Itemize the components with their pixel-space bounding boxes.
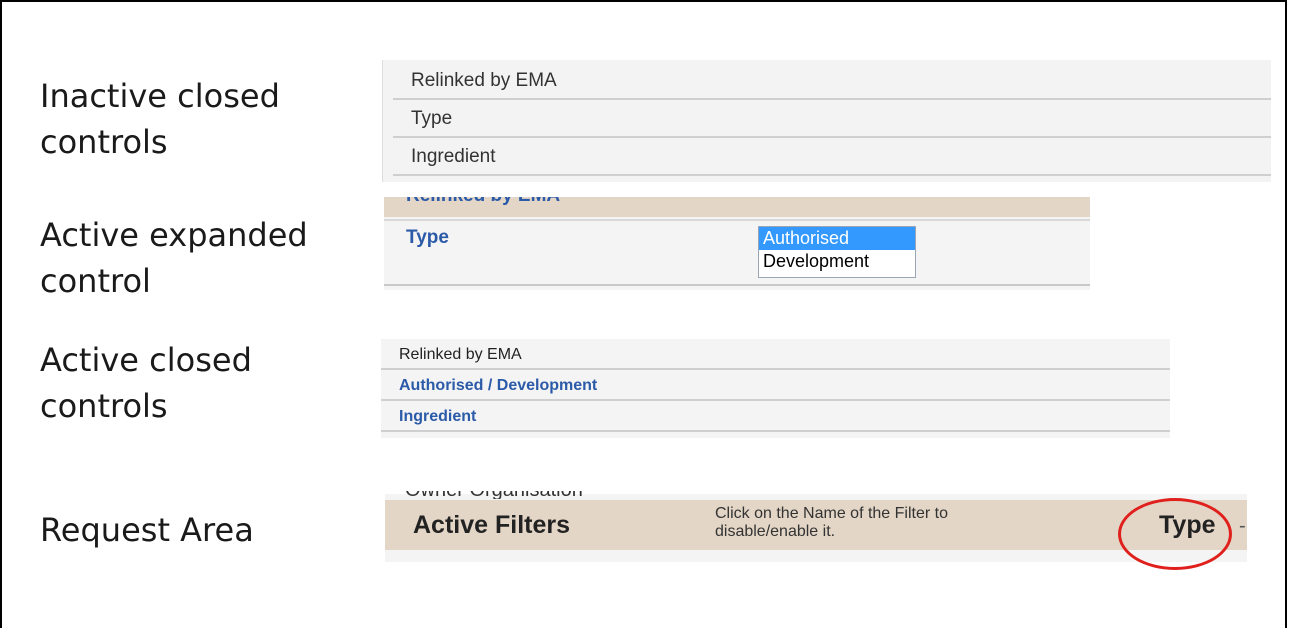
label-active-closed: Active closed controls	[40, 337, 252, 429]
filter-separator: -	[1239, 515, 1246, 537]
label-request-area: Request Area	[40, 507, 254, 553]
divider	[384, 284, 1090, 286]
filter-item-ingredient[interactable]: Ingredient	[393, 138, 1271, 176]
active-closed-panel: Relinked by EMA Authorised / Development…	[381, 339, 1170, 438]
inactive-closed-panel: Relinked by EMA Type Ingredient	[382, 60, 1271, 182]
active-expanded-panel: Relinked by EMA Type Authorised Developm…	[384, 197, 1090, 290]
label-line: Request Area	[40, 511, 254, 549]
filter-item-ingredient[interactable]: Ingredient	[381, 401, 1170, 432]
option-development[interactable]: Development	[759, 250, 915, 273]
type-listbox[interactable]: Authorised Development	[758, 226, 916, 278]
clipped-header-band: Relinked by EMA	[384, 197, 1090, 217]
filter-item-relinked[interactable]: Relinked by EMA	[381, 339, 1170, 370]
filter-item-relinked[interactable]: Relinked by EMA	[393, 62, 1271, 100]
active-filters-title: Active Filters	[413, 511, 571, 539]
clipped-text: Owner Organisation	[405, 491, 583, 499]
clipped-owner-organisation: Owner Organisation	[405, 491, 655, 499]
label-line: Active closed	[40, 341, 252, 379]
clipped-header: Relinked by EMA	[406, 197, 560, 207]
label-line: controls	[40, 387, 168, 425]
option-authorised[interactable]: Authorised	[759, 227, 915, 250]
label-line: Active expanded	[40, 216, 308, 254]
divider	[384, 219, 1090, 221]
label-inactive-closed: Inactive closed controls	[40, 73, 280, 165]
highlight-circle	[1118, 498, 1232, 570]
label-line: control	[40, 262, 151, 300]
label-line: controls	[40, 123, 168, 161]
filter-item-type[interactable]: Type	[393, 100, 1271, 138]
label-line: Inactive closed	[40, 77, 280, 115]
filter-item-authorised-development[interactable]: Authorised / Development	[381, 370, 1170, 401]
filter-type-label[interactable]: Type	[406, 227, 449, 249]
label-active-expanded: Active expanded control	[40, 212, 308, 304]
active-filters-bar: Active Filters Click on the Name of the …	[385, 500, 1247, 550]
filters-hint: Click on the Name of the Filter to disab…	[715, 505, 948, 540]
